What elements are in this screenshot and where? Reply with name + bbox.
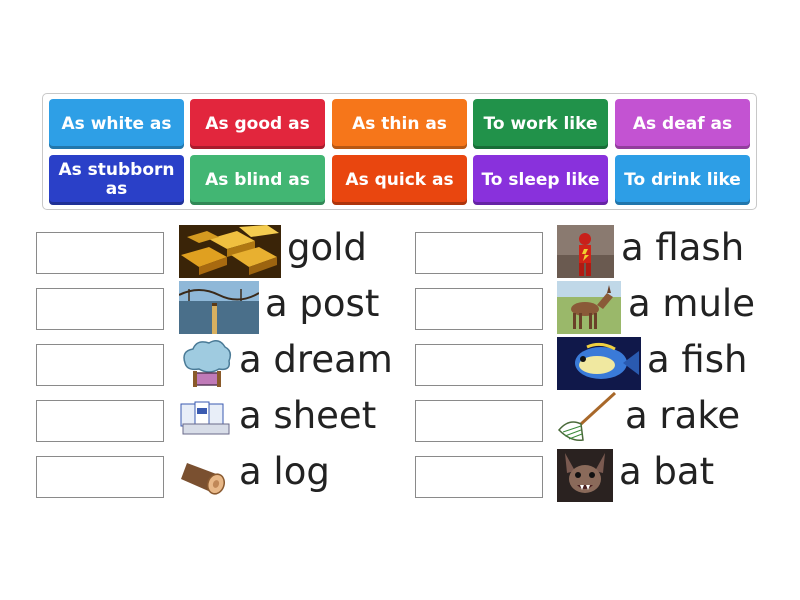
- drop-slot-sheet[interactable]: [36, 400, 164, 442]
- drop-slot-mule[interactable]: [415, 288, 543, 330]
- tile-as-deaf-as[interactable]: As deaf as: [615, 99, 750, 149]
- word-a-dream: a dream: [239, 338, 393, 381]
- fish-image: [557, 337, 641, 390]
- tile-to-drink-like[interactable]: To drink like: [615, 155, 750, 205]
- tile-to-work-like[interactable]: To work like: [473, 99, 608, 149]
- log-image: [179, 449, 233, 502]
- tile-label: As good as: [205, 113, 310, 134]
- post-image: [179, 281, 259, 334]
- word-a-log: a log: [239, 450, 330, 493]
- word-a-post: a post: [265, 282, 380, 325]
- answer-tile-bank: As white as As good as As thin as To wor…: [42, 93, 757, 210]
- tile-label: To sleep like: [481, 169, 600, 190]
- word-gold: gold: [287, 226, 367, 269]
- gold-bars-image: [179, 225, 281, 278]
- tile-label: As deaf as: [632, 113, 733, 134]
- bat-image: [557, 449, 613, 502]
- tile-as-good-as[interactable]: As good as: [190, 99, 325, 149]
- tile-as-thin-as[interactable]: As thin as: [332, 99, 467, 149]
- drop-slot-gold[interactable]: [36, 232, 164, 274]
- word-a-mule: a mule: [628, 282, 755, 325]
- tile-label: As quick as: [345, 169, 454, 190]
- drop-slot-log[interactable]: [36, 456, 164, 498]
- word-a-bat: a bat: [619, 450, 715, 493]
- word-a-flash: a flash: [621, 226, 745, 269]
- tile-as-white-as[interactable]: As white as: [49, 99, 184, 149]
- tile-label: To work like: [483, 113, 598, 134]
- drop-slot-bat[interactable]: [415, 456, 543, 498]
- drop-slot-post[interactable]: [36, 288, 164, 330]
- paper-sheets-image: [179, 398, 233, 436]
- tile-label: To drink like: [624, 169, 741, 190]
- tile-label: As white as: [61, 113, 172, 134]
- word-a-fish: a fish: [647, 338, 748, 381]
- tile-label: As stubborn as: [58, 160, 175, 199]
- tile-as-blind-as[interactable]: As blind as: [190, 155, 325, 205]
- drop-slot-rake[interactable]: [415, 400, 543, 442]
- tile-label: As thin as: [352, 113, 447, 134]
- word-a-rake: a rake: [625, 394, 741, 437]
- drop-slot-dream[interactable]: [36, 344, 164, 386]
- word-a-sheet: a sheet: [239, 394, 377, 437]
- rake-image: [557, 390, 619, 443]
- mule-image: [557, 281, 621, 334]
- dream-image: [179, 337, 233, 390]
- tile-to-sleep-like[interactable]: To sleep like: [473, 155, 608, 205]
- tile-as-quick-as[interactable]: As quick as: [332, 155, 467, 205]
- tile-label: As blind as: [205, 169, 310, 190]
- flash-superhero-image: [557, 225, 614, 278]
- drop-slot-fish[interactable]: [415, 344, 543, 386]
- drop-slot-flash[interactable]: [415, 232, 543, 274]
- tile-as-stubborn-as[interactable]: As stubborn as: [49, 155, 184, 205]
